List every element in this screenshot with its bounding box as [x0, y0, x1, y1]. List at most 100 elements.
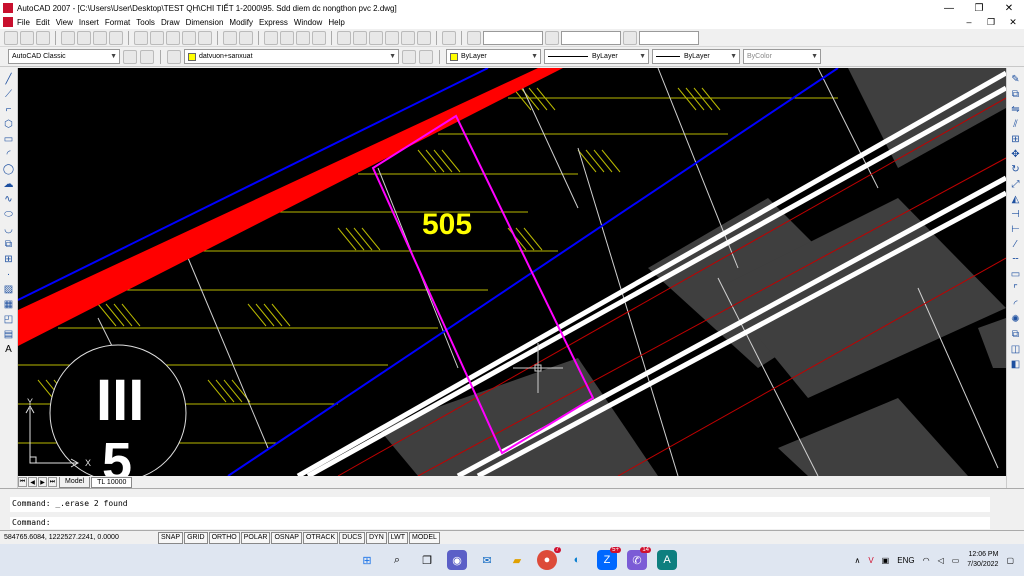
dyn-toggle[interactable]: DYN: [365, 531, 387, 544]
start-icon[interactable]: ⊞: [357, 550, 377, 570]
menu-file[interactable]: File: [17, 18, 36, 27]
design-center-icon[interactable]: [353, 30, 367, 45]
stretch-icon[interactable]: ◭: [1010, 194, 1022, 206]
battery-icon[interactable]: ▭: [952, 556, 960, 565]
redo-icon[interactable]: [239, 30, 253, 45]
pan-icon[interactable]: [264, 30, 278, 45]
polar-toggle[interactable]: POLAR: [240, 531, 271, 544]
line-icon[interactable]: ╱: [3, 74, 15, 86]
language-indicator[interactable]: ENG: [897, 556, 914, 565]
copy-icon[interactable]: [150, 30, 164, 45]
make-block-icon[interactable]: ⊞: [3, 254, 15, 266]
menu-view[interactable]: View: [56, 18, 79, 27]
mirror-icon[interactable]: ⇋: [1010, 104, 1022, 116]
viber-icon[interactable]: ✆ 14: [627, 547, 651, 570]
menu-help[interactable]: Help: [328, 18, 350, 27]
table-style-combo[interactable]: [639, 30, 699, 45]
text-style-combo[interactable]: [483, 30, 543, 45]
extend-icon[interactable]: ⊢: [1010, 224, 1022, 236]
save-icon[interactable]: [36, 30, 50, 45]
undo-icon[interactable]: [223, 30, 237, 45]
next-tab-icon[interactable]: ▶: [38, 477, 47, 487]
new-icon[interactable]: [4, 30, 18, 45]
quickcalc-icon[interactable]: [417, 30, 431, 45]
3d-dwf-icon[interactable]: [109, 30, 123, 45]
teams-chat-icon[interactable]: ◉: [447, 550, 467, 570]
copy-object-icon[interactable]: ⧉: [1010, 89, 1022, 101]
trim-icon[interactable]: ⊣: [1010, 209, 1022, 221]
polygon-icon[interactable]: ⬡: [3, 119, 15, 131]
table-style-icon[interactable]: [623, 30, 637, 45]
circle-icon[interactable]: ◯: [3, 164, 15, 176]
markup-icon[interactable]: [401, 30, 415, 45]
notifications-icon[interactable]: ▢: [1006, 556, 1014, 565]
block-editor-icon[interactable]: [198, 30, 212, 45]
model-toggle[interactable]: MODEL: [409, 531, 440, 544]
construction-line-icon[interactable]: ⟋: [3, 89, 15, 101]
ortho-toggle[interactable]: ORTHO: [208, 531, 240, 544]
region-icon[interactable]: ◰: [3, 314, 15, 326]
doc-minimize-icon[interactable]: –: [958, 17, 980, 28]
array-icon[interactable]: ⊞: [1010, 134, 1022, 146]
fillet-icon[interactable]: ◜: [1010, 299, 1022, 311]
ellipse-arc-icon[interactable]: ◡: [3, 224, 15, 236]
tab-model[interactable]: Model: [59, 476, 91, 488]
drawing-canvas[interactable]: 505 III 5 Y X: [18, 68, 1006, 476]
doc-close-icon[interactable]: ✕: [1002, 17, 1024, 28]
menu-format[interactable]: Format: [105, 18, 136, 27]
dim-style-icon[interactable]: [545, 30, 559, 45]
text-style-icon[interactable]: [467, 30, 481, 45]
ellipse-icon[interactable]: ⬭: [3, 209, 15, 221]
publish-icon[interactable]: [93, 30, 107, 45]
menu-express[interactable]: Express: [259, 18, 294, 27]
spline-icon[interactable]: ∿: [3, 194, 15, 206]
open-icon[interactable]: [20, 30, 34, 45]
insert-block-icon[interactable]: ⧉: [3, 239, 15, 251]
osnap-toggle[interactable]: OSNAP: [271, 531, 302, 544]
zoom-realtime-icon[interactable]: [280, 30, 294, 45]
hatch-icon[interactable]: ▨: [3, 284, 15, 296]
gradient-icon[interactable]: ▦: [3, 299, 15, 311]
menu-draw[interactable]: Draw: [161, 18, 186, 27]
grid-toggle[interactable]: GRID: [184, 531, 208, 544]
rectangle-icon[interactable]: ▭: [3, 134, 15, 146]
my-workspace-icon[interactable]: [140, 49, 154, 64]
workspace-settings-icon[interactable]: [123, 49, 137, 64]
preview-icon[interactable]: [77, 30, 91, 45]
point-icon[interactable]: ·: [3, 269, 15, 281]
layer-select[interactable]: datvuon+sanxuat ▼: [184, 49, 399, 64]
zoom-window-icon[interactable]: [296, 30, 310, 45]
layer-manager-icon[interactable]: [167, 49, 181, 64]
send-to-back-icon[interactable]: ◧: [1010, 359, 1022, 371]
menu-modify[interactable]: Modify: [229, 18, 259, 27]
prev-tab-icon[interactable]: ◀: [28, 477, 37, 487]
task-view-icon[interactable]: ❐: [417, 550, 437, 570]
command-input[interactable]: Command:: [10, 517, 990, 529]
polyline-icon[interactable]: ⌐: [3, 104, 15, 116]
zoom-previous-icon[interactable]: [312, 30, 326, 45]
tab-layout[interactable]: TL 10000: [91, 476, 133, 488]
chamfer-icon[interactable]: ⌜: [1010, 284, 1022, 296]
minimize-icon[interactable]: —: [934, 0, 964, 16]
break-at-point-icon[interactable]: ⁄: [1010, 239, 1022, 251]
mail-icon[interactable]: ✉: [477, 550, 497, 570]
doc-restore-icon[interactable]: ❐: [980, 17, 1002, 28]
cut-icon[interactable]: [134, 30, 148, 45]
help-icon[interactable]: [442, 30, 456, 45]
menu-window[interactable]: Window: [294, 18, 328, 27]
chrome-icon[interactable]: ● 7: [537, 547, 561, 570]
tool-palettes-icon[interactable]: [369, 30, 383, 45]
menu-dimension[interactable]: Dimension: [186, 18, 230, 27]
edge-icon[interactable]: ◐: [567, 550, 587, 570]
rotate-icon[interactable]: ↻: [1010, 164, 1022, 176]
dim-style-combo[interactable]: [561, 30, 621, 45]
menu-tools[interactable]: Tools: [136, 18, 161, 27]
plot-icon[interactable]: [61, 30, 75, 45]
chevron-up-icon[interactable]: ∧: [854, 556, 860, 565]
plotstyle-select[interactable]: ByColor ▼: [743, 49, 821, 64]
erase-icon[interactable]: ✎: [1010, 74, 1022, 86]
scale-icon[interactable]: ⤢: [1010, 179, 1022, 191]
close-icon[interactable]: ✕: [994, 0, 1024, 16]
coordinate-readout[interactable]: 584765.6084, 1222527.2241, 0.0000: [0, 534, 158, 541]
menu-insert[interactable]: Insert: [79, 18, 105, 27]
